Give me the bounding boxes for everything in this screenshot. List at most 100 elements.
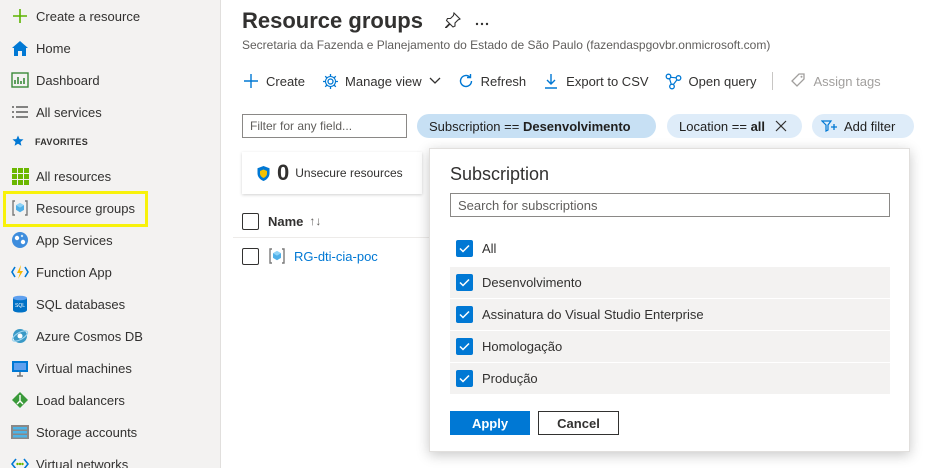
sidebar-item-label: Dashboard: [36, 72, 100, 88]
sidebar-item-cosmos-db[interactable]: Azure Cosmos DB: [0, 320, 221, 352]
checkbox-checked[interactable]: [456, 240, 473, 257]
home-icon: [10, 38, 30, 58]
subscription-search-input[interactable]: [450, 193, 890, 217]
sidebar-item-load-balancers[interactable]: Load balancers: [0, 384, 221, 416]
add-filter-icon: [821, 119, 838, 133]
open-query-button[interactable]: Open query: [665, 72, 756, 90]
subscription-filter-pill[interactable]: Subscription == Desenvolvimento: [417, 114, 656, 138]
checkbox-checked[interactable]: [456, 370, 473, 387]
star-icon: [12, 135, 24, 150]
sidebar-item-label: Create a resource: [36, 8, 141, 24]
subscription-filter-popup: Subscription All Desenvolvimento Assinat…: [429, 148, 910, 452]
sidebar-item-label: App Services: [36, 232, 113, 248]
shield-icon: [256, 165, 271, 182]
option-subscription[interactable]: Homologação: [450, 331, 890, 362]
sidebar-item-app-services[interactable]: App Services: [0, 224, 221, 256]
sidebar-item-label: Resource groups: [36, 200, 135, 216]
sql-database-icon: SQL: [10, 294, 30, 314]
row-checkbox[interactable]: [242, 247, 259, 265]
pin-icon[interactable]: [444, 11, 461, 31]
cosmos-db-icon: [10, 326, 30, 346]
add-filter-button[interactable]: Add filter: [812, 114, 914, 138]
list-icon: [10, 102, 30, 122]
sidebar-item-label: Load balancers: [36, 392, 125, 408]
popup-title: Subscription: [450, 164, 550, 184]
function-app-icon: [10, 262, 30, 282]
sidebar-item-virtual-networks[interactable]: Virtual networks: [0, 448, 221, 468]
option-subscription[interactable]: Produção: [450, 363, 890, 394]
sort-icon[interactable]: ↑↓: [309, 214, 321, 228]
table-divider: [233, 237, 433, 238]
dashboard-icon: [10, 70, 30, 90]
option-subscription[interactable]: Assinatura do Visual Studio Enterprise: [450, 299, 890, 330]
location-filter-pill[interactable]: Location == all: [667, 114, 802, 138]
unsecure-label: Unsecure resources: [295, 166, 403, 180]
favorites-header: FAVORITES: [0, 130, 88, 154]
sidebar: Create a resource Home Dashboard All ser…: [0, 0, 221, 468]
sidebar-item-label: Storage accounts: [36, 424, 138, 440]
apply-button[interactable]: Apply: [450, 411, 530, 435]
page-subtitle: Secretaria da Fazenda e Planejamento do …: [242, 38, 771, 52]
sidebar-item-label: Virtual machines: [36, 360, 132, 376]
unsecure-count: 0: [277, 160, 290, 185]
table-row[interactable]: RG-dti-cia-poc: [242, 245, 442, 267]
query-icon: [665, 72, 683, 90]
sidebar-item-label: Home: [36, 40, 71, 56]
sidebar-item-resource-groups[interactable]: Resource groups: [0, 192, 221, 224]
refresh-icon: [457, 72, 475, 90]
sidebar-item-all-services[interactable]: All services: [0, 96, 221, 128]
manage-view-button[interactable]: Manage view: [321, 72, 441, 90]
toolbar-divider: [772, 72, 774, 90]
toolbar: Create Manage view Refresh Export to CSV: [242, 68, 897, 94]
resource-group-link[interactable]: RG-dti-cia-poc: [294, 249, 378, 264]
page-title: Resource groups: [242, 8, 423, 33]
create-button[interactable]: Create: [242, 72, 305, 90]
checkbox-checked[interactable]: [456, 274, 473, 291]
sidebar-item-label: All resources: [36, 168, 112, 184]
sidebar-item-function-app[interactable]: Function App: [0, 256, 221, 288]
sidebar-item-label: Virtual networks: [36, 456, 129, 468]
option-all[interactable]: All: [450, 233, 890, 264]
option-subscription[interactable]: Desenvolvimento: [450, 267, 890, 298]
sidebar-item-dashboard[interactable]: Dashboard: [0, 64, 221, 96]
storage-account-icon: [10, 422, 30, 442]
filter-input[interactable]: [242, 114, 407, 138]
download-icon: [542, 72, 560, 90]
resource-group-icon: [10, 198, 30, 218]
gear-icon: [321, 72, 339, 90]
select-all-checkbox[interactable]: [242, 212, 259, 230]
resource-group-icon: [268, 247, 286, 265]
unsecure-resources-card[interactable]: 0 Unsecure resources: [242, 152, 422, 194]
sidebar-item-storage-accounts[interactable]: Storage accounts: [0, 416, 221, 448]
checkbox-checked[interactable]: [456, 306, 473, 323]
sidebar-item-label: Function App: [36, 264, 112, 280]
virtual-network-icon: [10, 454, 30, 468]
checkbox-checked[interactable]: [456, 338, 473, 355]
plus-icon: [10, 6, 30, 26]
app-services-icon: [10, 230, 30, 250]
export-csv-button[interactable]: Export to CSV: [542, 72, 649, 90]
sidebar-item-all-resources[interactable]: All resources: [0, 160, 221, 192]
subscription-filter-prefix: Subscription ==: [429, 118, 523, 134]
sidebar-item-virtual-machines[interactable]: Virtual machines: [0, 352, 221, 384]
sidebar-item-sql-databases[interactable]: SQL SQL databases: [0, 288, 221, 320]
refresh-button[interactable]: Refresh: [457, 72, 526, 90]
title-actions: [444, 11, 489, 31]
tag-icon: [789, 72, 807, 90]
add-filter-label: Add filter: [844, 118, 896, 134]
plus-icon: [242, 72, 260, 90]
close-icon[interactable]: [775, 120, 787, 132]
sidebar-item-label: All services: [36, 104, 102, 120]
sidebar-item-label: SQL databases: [36, 296, 126, 312]
sidebar-item-home[interactable]: Home: [0, 32, 221, 64]
location-filter-prefix: Location ==: [679, 118, 751, 134]
sidebar-item-label: Azure Cosmos DB: [36, 328, 143, 344]
load-balancer-icon: [10, 390, 30, 410]
cancel-button[interactable]: Cancel: [538, 411, 619, 435]
virtual-machine-icon: [10, 358, 30, 378]
sidebar-item-create-resource[interactable]: Create a resource: [0, 0, 221, 32]
more-options-icon[interactable]: [475, 14, 489, 29]
svg-text:SQL: SQL: [15, 303, 25, 309]
column-header-name[interactable]: Name ↑↓: [242, 210, 442, 232]
assign-tags-button[interactable]: Assign tags: [789, 72, 881, 90]
